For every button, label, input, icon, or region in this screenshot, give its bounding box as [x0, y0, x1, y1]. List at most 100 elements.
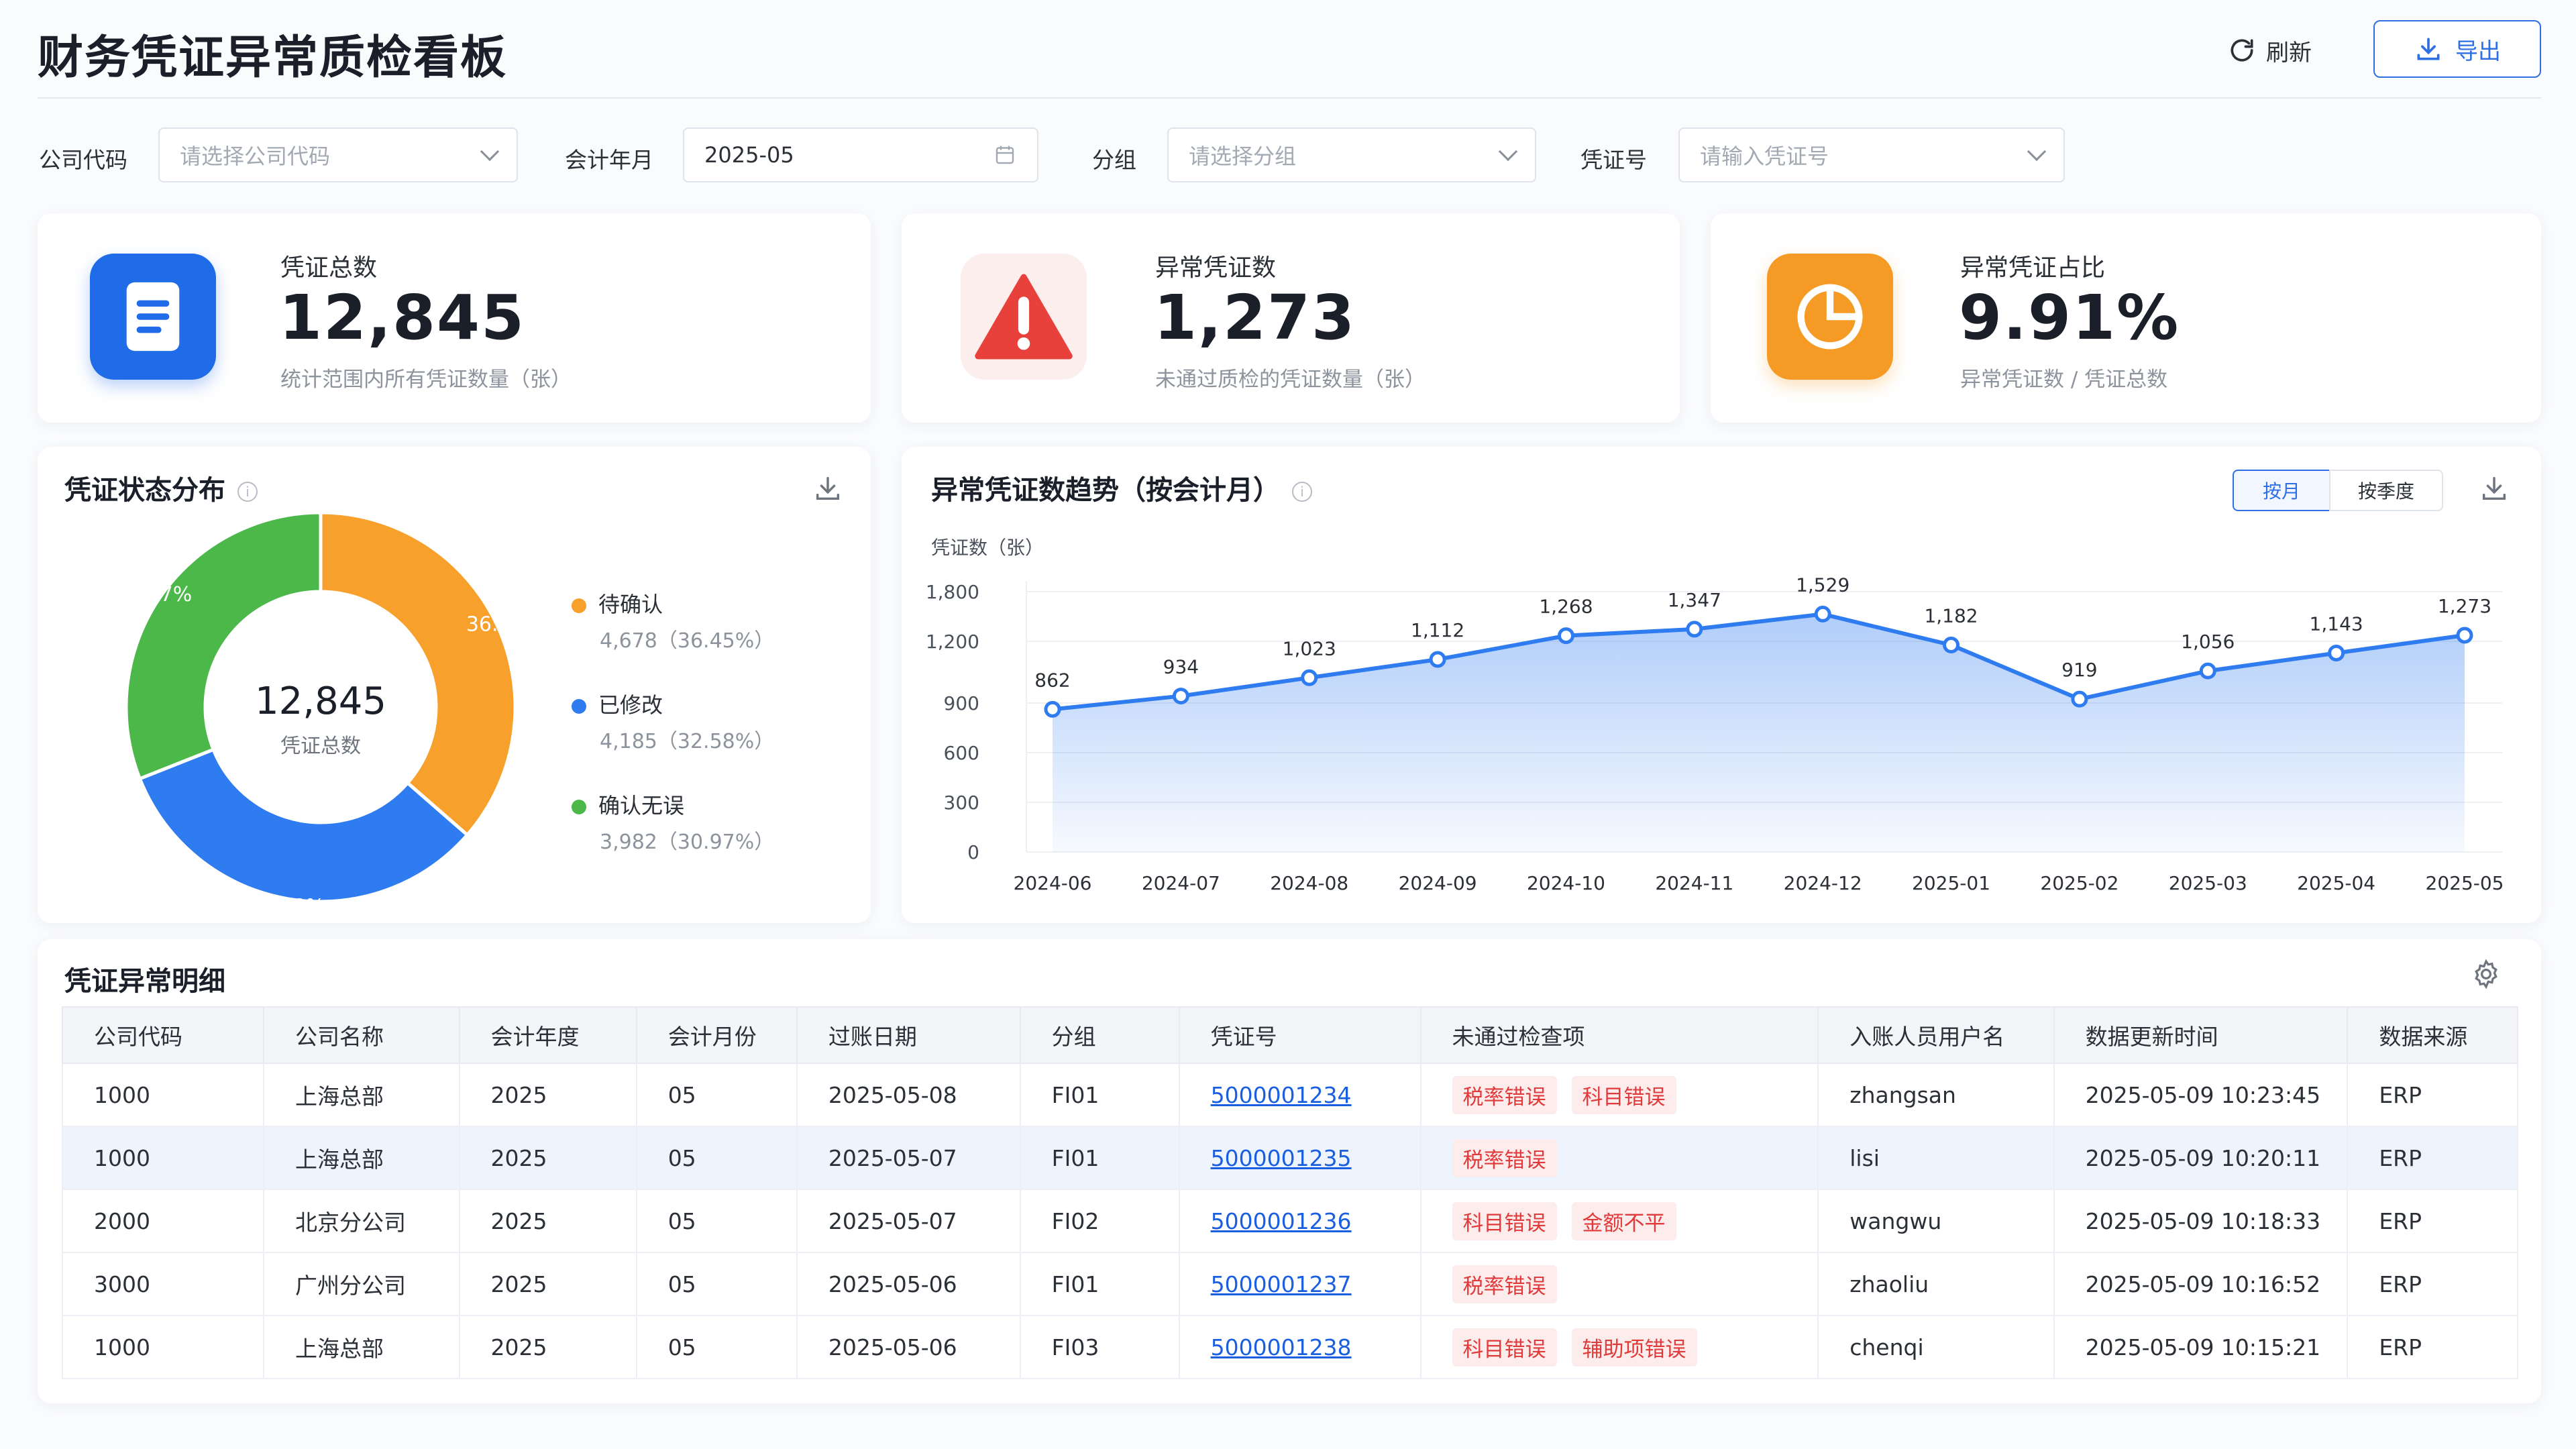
voucher-link[interactable]: 5000001238: [1211, 1334, 1352, 1360]
company-code-select[interactable]: 请选择公司代码: [158, 127, 518, 182]
trend-value-label: 934: [1163, 656, 1199, 678]
company-name-cell: 上海总部: [263, 1316, 460, 1379]
trend-point[interactable]: [2199, 662, 2216, 680]
company-name-cell: 北京分公司: [263, 1189, 460, 1253]
kpi-value: 9.91%: [1959, 282, 2180, 354]
fiscal-month-cell: 05: [635, 1189, 798, 1253]
detail-panel-title: 凭证异常明细: [64, 966, 225, 997]
donut-slice-label: 32.58%: [248, 896, 325, 919]
kpi-card-abnormal: 异常凭证数 1,273 未通过质检的凭证数量（张）: [902, 213, 1680, 423]
posting-date-cell: 2025-05-06: [796, 1316, 1021, 1379]
x-tick-label: 2024-07: [1142, 872, 1220, 894]
x-tick-label: 2024-11: [1655, 872, 1733, 894]
column-header[interactable]: 入账人员用户名: [1817, 1006, 2055, 1064]
y-axis-title: 凭证数（张）: [931, 537, 1044, 559]
trend-point[interactable]: [1557, 627, 1574, 645]
refresh-icon: [2231, 39, 2253, 62]
failed-checks-cell: 税率错误 科目错误: [1419, 1063, 1819, 1127]
column-header[interactable]: 凭证号: [1178, 1006, 1421, 1064]
table-row[interactable]: 3000 广州分公司 2025 05 2025-05-06 FI01 5000001237 税…: [61, 1252, 2518, 1316]
trend-point[interactable]: [2456, 627, 2473, 644]
trend-value-label: 1,023: [1283, 637, 1336, 659]
column-header[interactable]: 过账日期: [796, 1006, 1021, 1064]
legend-detail: 4,678（36.45%）: [600, 629, 775, 653]
column-header[interactable]: 会计月份: [635, 1006, 798, 1064]
table-row[interactable]: 1000 上海总部 2025 05 2025-05-08 FI01 5000001234 税率…: [61, 1063, 2518, 1127]
trend-point[interactable]: [2328, 644, 2345, 661]
y-tick-label: 1,800: [926, 581, 979, 603]
trend-point[interactable]: [1044, 700, 1061, 718]
error-tag: 辅助项错误: [1571, 1328, 1697, 1366]
x-tick-label: 2024-09: [1399, 872, 1477, 894]
table-row[interactable]: 1000 上海总部 2025 05 2025-05-07 FI01 5000001235 税率…: [61, 1126, 2518, 1190]
voucher-no-input[interactable]: 请输入凭证号: [1678, 127, 2065, 182]
toggle-by-month[interactable]: 按月: [2233, 470, 2330, 511]
column-header[interactable]: 公司名称: [263, 1006, 460, 1064]
legend-item[interactable]: 确认无误: [572, 789, 684, 820]
legend-item[interactable]: 已修改: [572, 688, 663, 719]
legend-label: 已修改: [598, 692, 663, 718]
voucher-link[interactable]: 5000001236: [1211, 1208, 1352, 1234]
refresh-button[interactable]: 刷新: [2227, 27, 2312, 74]
voucher-link[interactable]: 5000001234: [1211, 1082, 1352, 1108]
voucher-link[interactable]: 5000001237: [1211, 1271, 1352, 1297]
trend-value-label: 1,273: [2438, 595, 2491, 617]
fiscal-month-cell: 05: [635, 1252, 798, 1316]
trend-point[interactable]: [1686, 621, 1703, 638]
column-header[interactable]: 分组: [1019, 1006, 1180, 1064]
dashboard-page: 财务凭证异常质检看板 刷新 导出 公司代码 请选择公司代码 会计年月 2025-…: [0, 0, 2576, 1449]
x-tick-label: 2025-03: [2169, 872, 2247, 894]
trend-value-label: 1,182: [1924, 605, 1978, 627]
trend-point[interactable]: [1429, 651, 1446, 668]
user-cell: zhangsan: [1817, 1063, 2055, 1127]
column-header[interactable]: 会计年度: [458, 1006, 637, 1064]
column-header[interactable]: 数据来源: [2347, 1006, 2518, 1064]
failed-checks-cell: 税率错误: [1419, 1252, 1819, 1316]
donut-slice[interactable]: [319, 511, 517, 838]
group-select[interactable]: 请选择分组: [1167, 127, 1536, 182]
table-row[interactable]: 2000 北京分公司 2025 05 2025-05-07 FI02 5000001236 科…: [61, 1189, 2518, 1253]
period-picker[interactable]: 2025-05: [683, 127, 1038, 182]
legend-dot: [572, 598, 586, 613]
chevron-down-icon: [1498, 142, 1518, 162]
toggle-by-quarter[interactable]: 按季度: [2329, 470, 2443, 511]
column-header[interactable]: 公司代码: [61, 1006, 265, 1064]
trend-point[interactable]: [1301, 669, 1318, 686]
error-tag: 税率错误: [1452, 1138, 1557, 1177]
column-header[interactable]: 数据更新时间: [2053, 1006, 2349, 1064]
trend-value-label: 1,112: [1411, 619, 1464, 641]
source-cell: ERP: [2347, 1189, 2518, 1253]
table-row[interactable]: 1000 上海总部 2025 05 2025-05-06 FI03 5000001238 科目…: [61, 1316, 2518, 1379]
trend-point[interactable]: [1814, 605, 1831, 623]
user-cell: zhaoliu: [1817, 1252, 2055, 1316]
kpi-card-total: 凭证总数 12,845 统计范围内所有凭证数量（张）: [38, 213, 871, 423]
y-tick-label: 600: [944, 742, 979, 764]
trend-point[interactable]: [2071, 690, 2088, 708]
y-tick-label: 900: [944, 692, 979, 714]
table-settings-button[interactable]: [2466, 954, 2506, 994]
chevron-down-icon: [480, 142, 500, 162]
user-cell: wangwu: [1817, 1189, 2055, 1253]
x-tick-label: 2025-05: [2426, 872, 2504, 894]
company-name-cell: 上海总部: [263, 1126, 460, 1190]
x-tick-label: 2024-12: [1784, 872, 1862, 894]
trend-value-label: 919: [2061, 659, 2097, 681]
refresh-label: 刷新: [2266, 39, 2312, 66]
failed-checks-cell: 科目错误 辅助项错误: [1419, 1316, 1819, 1379]
user-cell: lisi: [1817, 1126, 2055, 1190]
updated-time-cell: 2025-05-09 10:20:11: [2053, 1126, 2349, 1190]
export-button[interactable]: 导出: [2373, 20, 2541, 78]
page-title: 财务凭证异常质检看板: [38, 32, 508, 85]
x-tick-label: 2024-10: [1527, 872, 1605, 894]
fiscal-year-cell: 2025: [458, 1189, 637, 1253]
legend-detail: 3,982（30.97%）: [600, 830, 775, 854]
legend-item[interactable]: 待确认: [572, 588, 663, 619]
trend-point[interactable]: [1172, 688, 1189, 705]
posting-date-cell: 2025-05-06: [796, 1252, 1021, 1316]
user-cell: chenqi: [1817, 1316, 2055, 1379]
trend-point[interactable]: [1943, 637, 1960, 654]
fiscal-year-cell: 2025: [458, 1063, 637, 1127]
column-header[interactable]: 未通过检查项: [1419, 1006, 1819, 1064]
voucher-link[interactable]: 5000001235: [1211, 1145, 1352, 1171]
trend-area-chart: 凭证数（张） 0 300 600 900 1,200 1,800 862 2024-06 934 2…: [926, 537, 2504, 894]
